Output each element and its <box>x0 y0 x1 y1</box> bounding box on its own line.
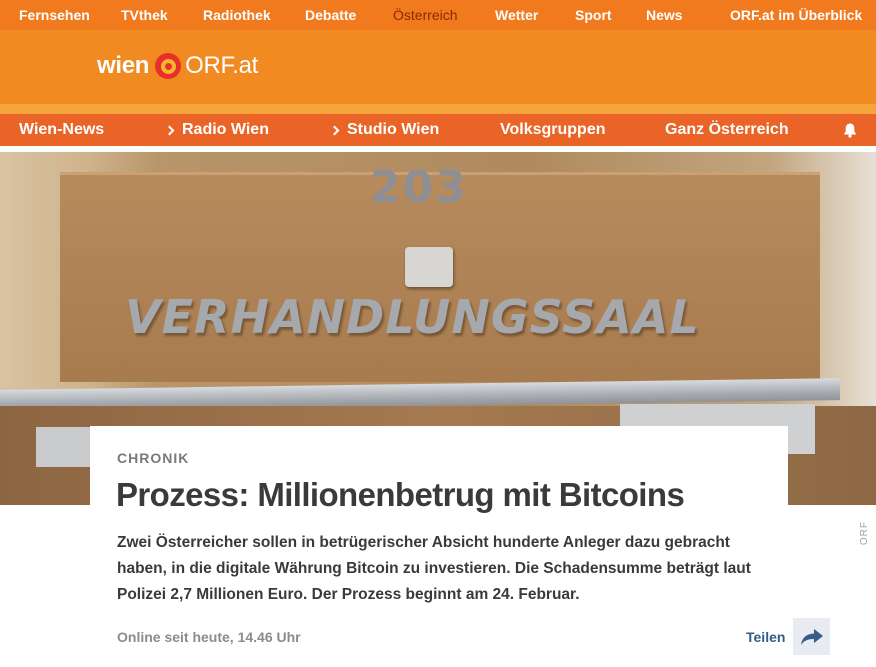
logo-orf-text: ORF.at <box>185 52 259 79</box>
site-header: wien ORF.at <box>0 30 876 104</box>
top-nav-news[interactable]: News <box>646 7 683 23</box>
hero-room-number: 203 <box>370 162 468 213</box>
article-headline: Prozess: Millionenbetrug mit Bitcoins <box>116 476 685 513</box>
subnav-radio-wien[interactable]: Radio Wien <box>164 121 269 139</box>
chevron-right-icon <box>329 125 340 135</box>
subnav-studio-wien-label: Studio Wien <box>347 121 440 138</box>
chevron-right-icon <box>164 125 175 135</box>
hero-sign-text: VERHANDLUNGSSAAL <box>125 290 700 344</box>
top-nav-radiothek[interactable]: Radiothek <box>203 7 271 23</box>
top-nav-wetter[interactable]: Wetter <box>495 7 538 23</box>
article-card: CHRONIK Prozess: Millionenbetrug mit Bit… <box>90 426 788 667</box>
hero-door-closer <box>405 247 453 287</box>
subnav-wien-news[interactable]: Wien-News <box>19 121 104 139</box>
subnav-volksgruppen[interactable]: Volksgruppen <box>500 121 606 139</box>
article-timestamp: Online seit heute, 14.46 Uhr <box>117 629 301 645</box>
bell-icon[interactable] <box>842 122 858 138</box>
article-lead: Zwei Österreicher sollen in betrügerisch… <box>117 534 751 603</box>
top-nav-sport[interactable]: Sport <box>575 7 612 23</box>
top-nav-fernsehen[interactable]: Fernsehen <box>19 7 90 23</box>
orf-ring-icon <box>155 53 182 79</box>
top-nav-tvthek[interactable]: TVthek <box>121 7 168 23</box>
share-control[interactable]: Teilen <box>746 618 831 655</box>
subnav-ganz-oesterreich-label: Ganz Österreich <box>665 121 789 138</box>
subnav-studio-wien[interactable]: Studio Wien <box>329 121 440 139</box>
share-label[interactable]: Teilen <box>746 629 785 645</box>
top-nav: Fernsehen TVthek Radiothek Debatte Öster… <box>0 0 876 30</box>
wien-orf-logo[interactable]: wien ORF.at <box>97 52 258 80</box>
article-category[interactable]: CHRONIK <box>117 450 189 466</box>
logo-wien-text: wien <box>97 52 150 79</box>
subnav-radio-wien-label: Radio Wien <box>182 121 269 138</box>
hero-hinge-left <box>36 427 92 467</box>
header-stripe <box>0 104 876 114</box>
top-nav-debatte[interactable]: Debatte <box>305 7 356 23</box>
share-button[interactable] <box>793 618 831 655</box>
subnav-volksgruppen-label: Volksgruppen <box>500 121 606 138</box>
subnav-ganz-oesterreich[interactable]: Ganz Österreich <box>665 121 789 139</box>
share-arrow-icon <box>800 628 823 645</box>
image-credit: ORF <box>859 521 870 546</box>
top-nav-oesterreich[interactable]: Österreich <box>393 7 458 23</box>
subnav-wien-news-label: Wien-News <box>19 121 105 138</box>
top-nav-orf-overview[interactable]: ORF.at im Überblick <box>730 7 862 23</box>
sub-nav: Wien-News Radio Wien Studio Wien Volksgr… <box>0 114 876 146</box>
